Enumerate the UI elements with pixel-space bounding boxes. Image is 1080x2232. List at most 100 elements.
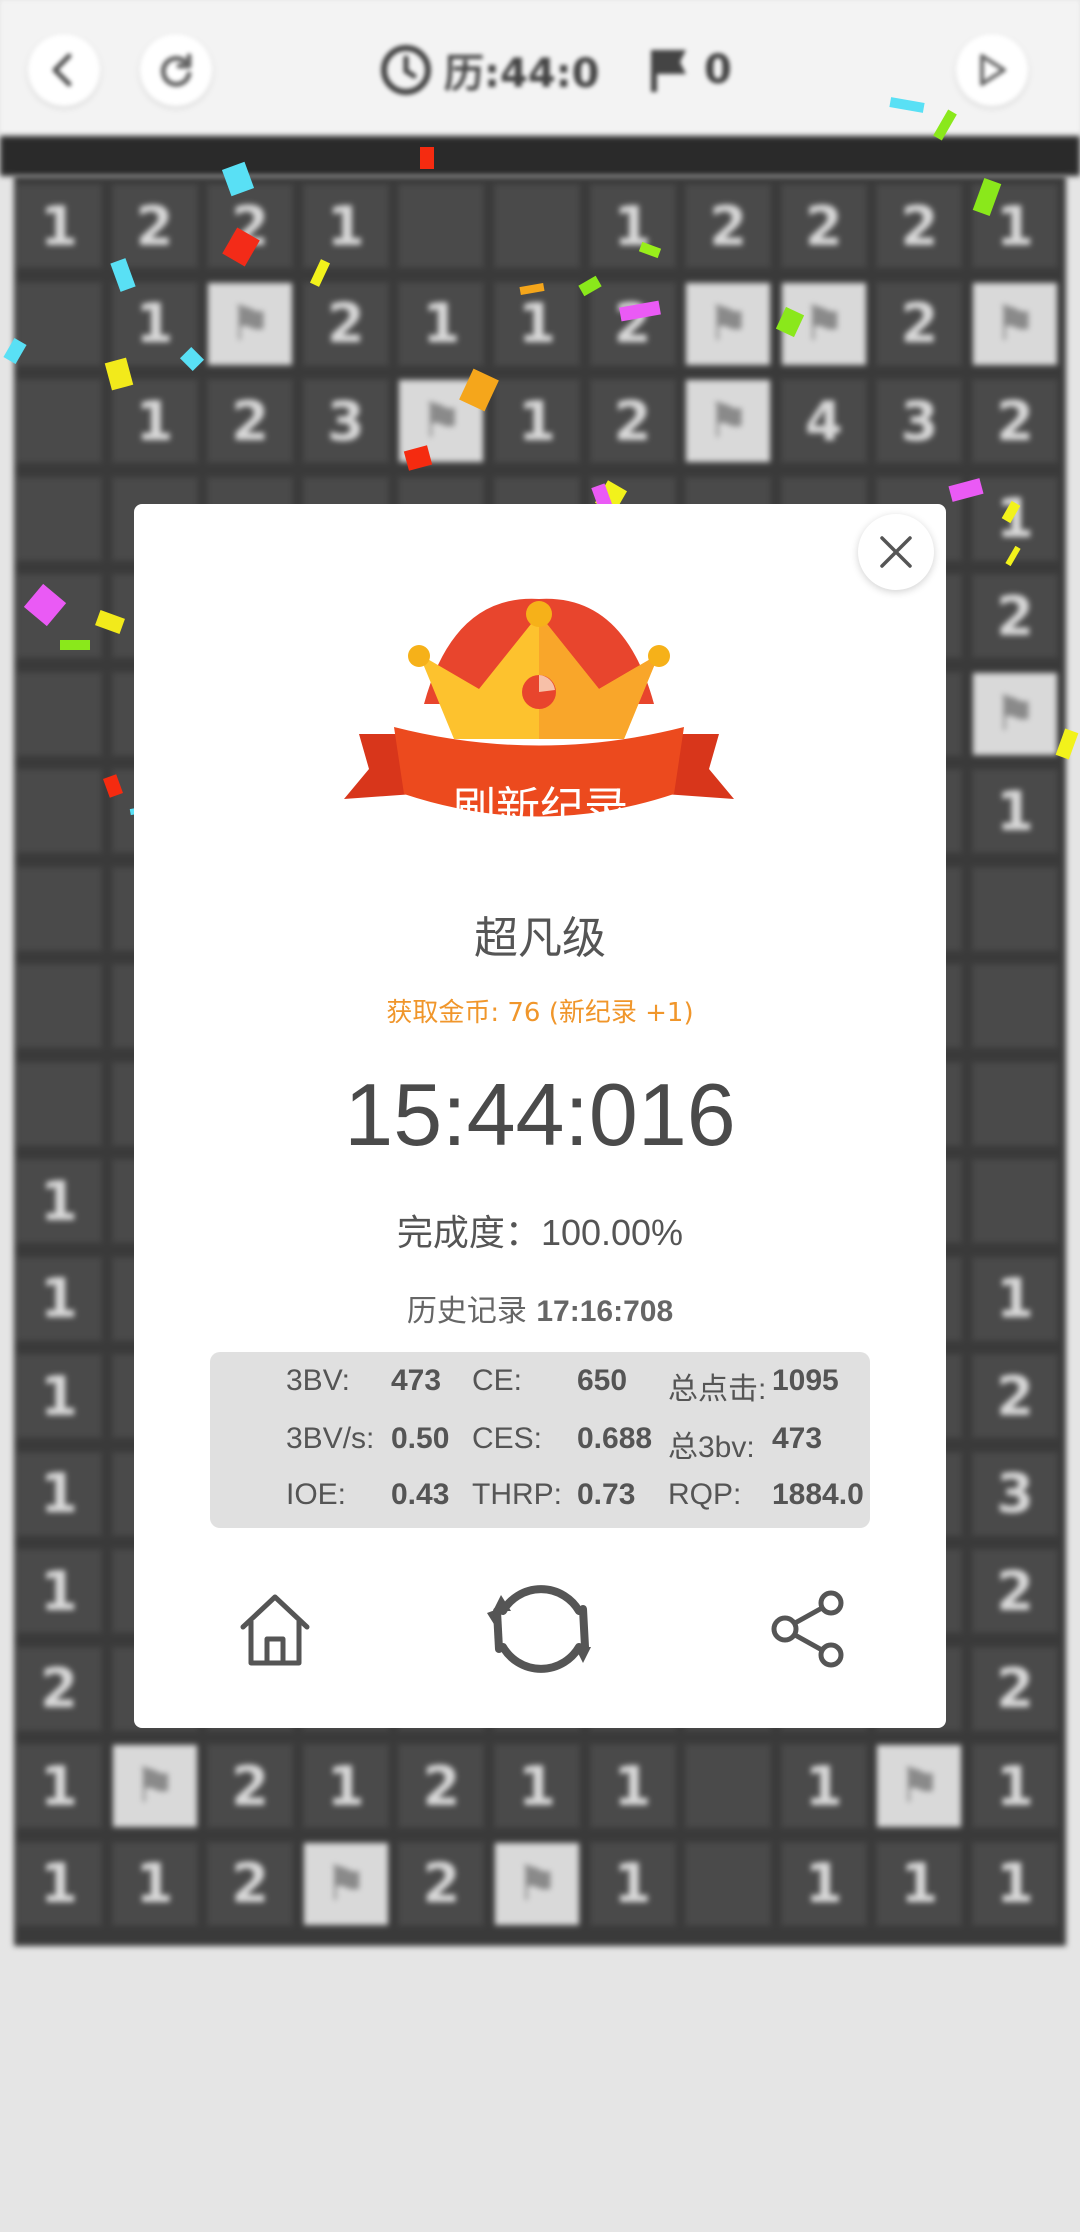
board-cell[interactable]: 2	[205, 1742, 296, 1830]
flagged-cell[interactable]: ⚑	[300, 1839, 391, 1928]
board-cell[interactable]: 1	[300, 182, 391, 270]
board-cell[interactable]: 1	[970, 1254, 1060, 1343]
share-button[interactable]	[744, 1564, 874, 1694]
board-cell[interactable]	[14, 572, 104, 660]
board-cell[interactable]	[14, 767, 104, 855]
board-cell[interactable]: 4	[778, 377, 869, 465]
flag-icon: ⚑	[897, 1758, 941, 1814]
coins-earned: 获取金币: 76 (新纪录 +1)	[386, 998, 694, 1028]
board-cell[interactable]	[683, 1742, 774, 1830]
replay-button[interactable]	[476, 1564, 606, 1694]
board-cell[interactable]: 2	[874, 279, 965, 368]
board-cell[interactable]: 1	[492, 1742, 582, 1830]
timer: 历:44:0	[378, 40, 600, 100]
close-button[interactable]	[858, 514, 934, 590]
board-cell[interactable]: 1	[14, 1449, 104, 1538]
flag-icon: ⚑	[706, 295, 750, 352]
board-cell[interactable]: 1	[14, 1254, 104, 1343]
flagged-cell[interactable]: ⚑	[683, 377, 774, 465]
board-cell[interactable]: 2	[970, 572, 1060, 660]
board-cell[interactable]: 2	[205, 1839, 296, 1928]
board-cell[interactable]: 1	[778, 1742, 869, 1830]
flagged-cell[interactable]: ⚑	[205, 279, 296, 368]
play-icon	[980, 54, 1006, 86]
board-cell[interactable]: 2	[970, 1547, 1060, 1635]
board-cell[interactable]	[14, 864, 104, 953]
board-cell[interactable]	[14, 962, 104, 1050]
flag-count: 0	[704, 47, 732, 93]
confetti-piece	[60, 640, 90, 650]
board-cell[interactable]	[970, 1059, 1060, 1148]
board-cell[interactable]: 1	[492, 377, 582, 465]
finish-time: 15:44:016	[344, 1065, 736, 1164]
board-cell[interactable]	[14, 474, 104, 563]
board-cell[interactable]: 1	[109, 1839, 200, 1928]
board-cell[interactable]: 3	[300, 377, 391, 465]
board-cell[interactable]: 1	[970, 767, 1060, 855]
board-cell[interactable]: 1	[874, 1839, 965, 1928]
board-cell[interactable]: 1	[14, 182, 104, 270]
board-cell[interactable]: 1	[300, 1742, 391, 1830]
flagged-cell[interactable]: ⚑	[683, 279, 774, 368]
play-button[interactable]	[956, 34, 1028, 106]
home-button[interactable]	[210, 1564, 340, 1694]
top-bar: 历:44:0 0	[0, 0, 1080, 136]
board-cell[interactable]: 2	[970, 1352, 1060, 1440]
board-cell[interactable]: 1	[778, 1839, 869, 1928]
board-cell[interactable]: 1	[109, 377, 200, 465]
board-cell[interactable]: 2	[396, 1839, 487, 1928]
restart-button[interactable]	[140, 34, 212, 106]
flagged-cell[interactable]: ⚑	[970, 279, 1060, 368]
board-cell[interactable]: 2	[300, 279, 391, 368]
board-cell[interactable]: 1	[396, 279, 487, 368]
board-cell[interactable]: 1	[14, 1839, 104, 1928]
board-cell[interactable]: 1	[14, 1352, 104, 1440]
board-top-edge	[0, 136, 1080, 176]
board-cell[interactable]: 1	[587, 1839, 678, 1928]
board-cell[interactable]: 2	[874, 182, 965, 270]
board-cell[interactable]	[683, 1839, 774, 1928]
flagged-cell[interactable]: ⚑	[970, 669, 1060, 758]
board-cell[interactable]: 1	[14, 1157, 104, 1245]
board-cell[interactable]	[14, 669, 104, 758]
flagged-cell[interactable]: ⚑	[109, 1742, 200, 1830]
back-icon	[52, 53, 72, 87]
clock-icon	[381, 45, 431, 95]
board-cell[interactable]: 3	[874, 377, 965, 465]
board-cell[interactable]	[14, 377, 104, 465]
replay-icon	[487, 1585, 591, 1673]
board-cell[interactable]	[14, 279, 104, 368]
board-cell[interactable]: 1	[970, 1742, 1060, 1830]
board-cell[interactable]: 1	[14, 1547, 104, 1635]
board-cell[interactable]	[492, 182, 582, 270]
board-cell[interactable]: 1	[970, 1839, 1060, 1928]
flagged-cell[interactable]: ⚑	[492, 1839, 582, 1928]
flag-icon: ⚑	[802, 295, 846, 352]
board-cell[interactable]: 2	[587, 279, 678, 368]
board-cell[interactable]: 1	[492, 279, 582, 368]
board-cell[interactable]: 2	[970, 1644, 1060, 1733]
board-cell[interactable]: 2	[14, 1644, 104, 1733]
board-cell[interactable]	[970, 864, 1060, 953]
board-cell[interactable]	[14, 1059, 104, 1148]
board-cell[interactable]: 3	[970, 1449, 1060, 1538]
board-cell[interactable]: 1	[14, 1742, 104, 1830]
board-cell[interactable]: 2	[109, 182, 200, 270]
board-cell[interactable]	[396, 182, 487, 270]
board-cell[interactable]: 1	[587, 182, 678, 270]
home-icon	[240, 1594, 310, 1666]
board-cell[interactable]	[970, 1157, 1060, 1245]
board-cell[interactable]: 2	[683, 182, 774, 270]
board-cell[interactable]: 2	[396, 1742, 487, 1830]
board-cell[interactable]: 2	[205, 377, 296, 465]
back-button[interactable]	[28, 34, 100, 106]
board-cell[interactable]: 2	[587, 377, 678, 465]
flagged-cell[interactable]: ⚑	[874, 1742, 965, 1830]
board-cell[interactable]: 2	[778, 182, 869, 270]
restart-icon	[160, 53, 192, 87]
board-cell[interactable]: 1	[587, 1742, 678, 1830]
flag-icon: ⚑	[993, 685, 1037, 742]
board-cell[interactable]	[970, 962, 1060, 1050]
flag-icon: ⚑	[133, 1758, 177, 1814]
board-cell[interactable]: 2	[970, 377, 1060, 465]
